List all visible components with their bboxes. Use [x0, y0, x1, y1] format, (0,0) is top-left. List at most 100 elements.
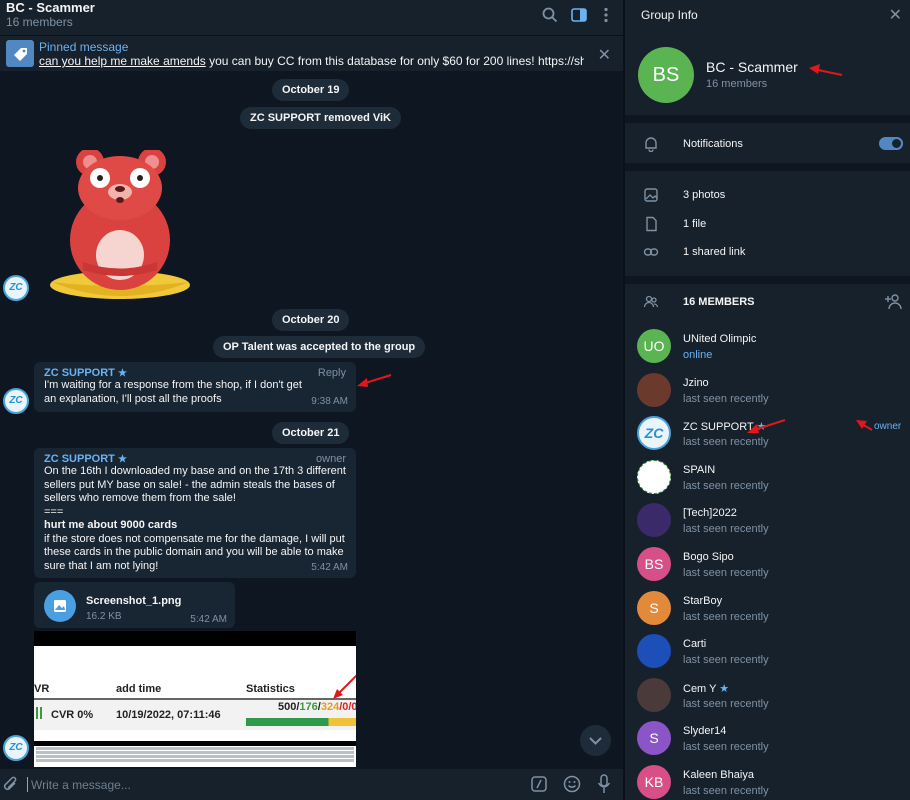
member-avatar[interactable]: KB — [637, 765, 671, 799]
member-avatar[interactable] — [637, 373, 671, 407]
red-arrow-annotation — [333, 674, 356, 699]
group-avatar[interactable]: BS — [638, 47, 694, 103]
owner-label: owner — [316, 453, 346, 465]
member-avatar[interactable] — [637, 460, 671, 494]
member-avatar[interactable]: ZC — [637, 416, 671, 450]
screenshot-row: CVR 0% 10/19/2022, 07:11:46 500/176/324/… — [34, 698, 356, 730]
pinned-text[interactable]: can you help me make amends you can buy … — [39, 54, 584, 68]
member-status: last seen recently — [683, 785, 769, 797]
member-avatar[interactable] — [637, 634, 671, 668]
pinned-message-bar[interactable]: Pinned message can you help me make amen… — [0, 35, 623, 71]
section-divider — [625, 276, 910, 284]
column-header: Statistics — [246, 683, 295, 695]
member-avatar[interactable] — [637, 503, 671, 537]
emoji-icon[interactable] — [563, 775, 581, 793]
stats-value: 500/176/324/0/0 — [278, 701, 356, 713]
sender-avatar[interactable]: ZC — [3, 735, 29, 761]
star-icon: ★ — [117, 454, 127, 465]
member-name[interactable]: Carti — [683, 638, 706, 650]
star-icon: ★ — [716, 683, 730, 695]
message-bubble[interactable]: ZC SUPPORT ★ owner On the 16th I downloa… — [34, 448, 356, 578]
log-line — [36, 755, 354, 758]
member-name[interactable]: StarBoy — [683, 595, 722, 607]
message-bubble[interactable]: ZC SUPPORT ★ Reply I'm waiting for a res… — [34, 362, 356, 412]
link-icon — [643, 248, 659, 256]
member-avatar[interactable]: S — [637, 721, 671, 755]
attach-icon[interactable] — [3, 776, 19, 794]
photos-link[interactable]: 3 photos — [683, 189, 725, 201]
scroll-down-button[interactable] — [580, 725, 611, 756]
added-time: 10/19/2022, 07:11:46 — [116, 709, 221, 721]
add-member-icon[interactable] — [884, 293, 904, 311]
member-avatar[interactable]: S — [637, 591, 671, 625]
column-header: add time — [116, 683, 162, 695]
cvr-value: CVR 0% — [51, 709, 94, 721]
message-text: if the store does not compensate me for … — [44, 532, 345, 572]
member-name[interactable]: Kaleen Bhaiya — [683, 769, 754, 781]
message-text: On the 16th I downloaded my base and on … — [44, 465, 346, 504]
file-name[interactable]: Screenshot_1.png — [86, 595, 181, 607]
text-cursor — [27, 777, 28, 792]
member-avatar[interactable] — [637, 678, 671, 712]
close-icon[interactable]: ✕ — [889, 5, 902, 25]
member-avatar[interactable]: BS — [637, 547, 671, 581]
message-time: 5:42 AM — [311, 562, 348, 573]
file-attachment[interactable]: Screenshot_1.png 16.2 KB 5:42 AM — [34, 582, 235, 628]
member-avatar[interactable]: UO — [637, 329, 671, 363]
member-name[interactable]: SPAIN — [683, 464, 715, 476]
message-text: hurt me about 9000 cards — [44, 519, 178, 531]
member-name[interactable]: [Tech]2022 — [683, 507, 737, 519]
member-name[interactable]: Slyder14 — [683, 725, 726, 737]
group-name: BC - Scammer — [706, 59, 798, 75]
message-sender[interactable]: ZC SUPPORT ★ — [44, 453, 346, 465]
log-line — [36, 759, 354, 762]
member-name[interactable]: Bogo Sipo — [683, 551, 734, 563]
message-text: === — [44, 505, 64, 518]
section-divider — [625, 163, 910, 171]
owner-role-label: owner — [874, 421, 902, 432]
message-time: 9:38 AM — [311, 396, 348, 407]
red-arrow-annotation — [856, 420, 873, 431]
message-input-bar[interactable]: Write a message... — [0, 769, 623, 800]
sidebar-toggle-icon[interactable] — [570, 6, 588, 24]
member-name[interactable]: Cem Y ★ — [683, 682, 729, 695]
date-badge: October 19 — [272, 79, 350, 101]
member-name-text: Kaleen Bhaiya — [683, 769, 754, 781]
chat-subtitle: 16 members — [6, 15, 73, 29]
section-divider — [625, 115, 910, 123]
chat-title[interactable]: BC - Scammer — [6, 0, 95, 15]
message-sender[interactable]: ZC SUPPORT ★ — [44, 367, 346, 379]
message-input[interactable]: Write a message... — [31, 778, 131, 792]
image-file-icon[interactable] — [44, 590, 76, 622]
pinned-link[interactable]: can you help me make amends — [39, 54, 206, 68]
microphone-icon[interactable] — [597, 774, 611, 794]
search-icon[interactable] — [541, 6, 559, 24]
member-name[interactable]: Jzino — [683, 377, 709, 389]
member-name-text: ZC SUPPORT — [683, 421, 754, 433]
sender-avatar[interactable]: ZC — [3, 275, 29, 301]
bot-command-icon[interactable] — [531, 776, 547, 792]
log-line — [36, 747, 354, 750]
message-time: 5:42 AM — [190, 614, 227, 625]
files-link[interactable]: 1 file — [683, 218, 706, 230]
screenshot-image[interactable]: VR add time Statistics CVR 0% 10/19/2022… — [34, 631, 356, 767]
bear-sticker[interactable] — [48, 150, 193, 300]
member-name-text: Jzino — [683, 377, 709, 389]
date-badge: October 21 — [272, 422, 350, 444]
shared-links-link[interactable]: 1 shared link — [683, 246, 745, 258]
chat-header[interactable]: BC - Scammer 16 members — [0, 0, 623, 35]
member-status: last seen recently — [683, 393, 769, 405]
notifications-label[interactable]: Notifications — [683, 138, 743, 150]
pinned-title: Pinned message — [39, 40, 129, 54]
member-status: last seen recently — [683, 480, 769, 492]
member-name[interactable]: UNited Olimpic — [683, 333, 756, 345]
member-status: last seen recently — [683, 741, 769, 753]
cvr-bar — [40, 707, 42, 719]
more-icon[interactable] — [597, 6, 615, 24]
reply-label[interactable]: Reply — [318, 367, 346, 379]
chevron-down-icon — [589, 737, 602, 745]
member-status: last seen recently — [683, 523, 769, 535]
close-pinned-icon[interactable]: ✕ — [598, 45, 611, 65]
sender-avatar[interactable]: ZC — [3, 388, 29, 414]
notifications-toggle[interactable] — [879, 137, 903, 150]
